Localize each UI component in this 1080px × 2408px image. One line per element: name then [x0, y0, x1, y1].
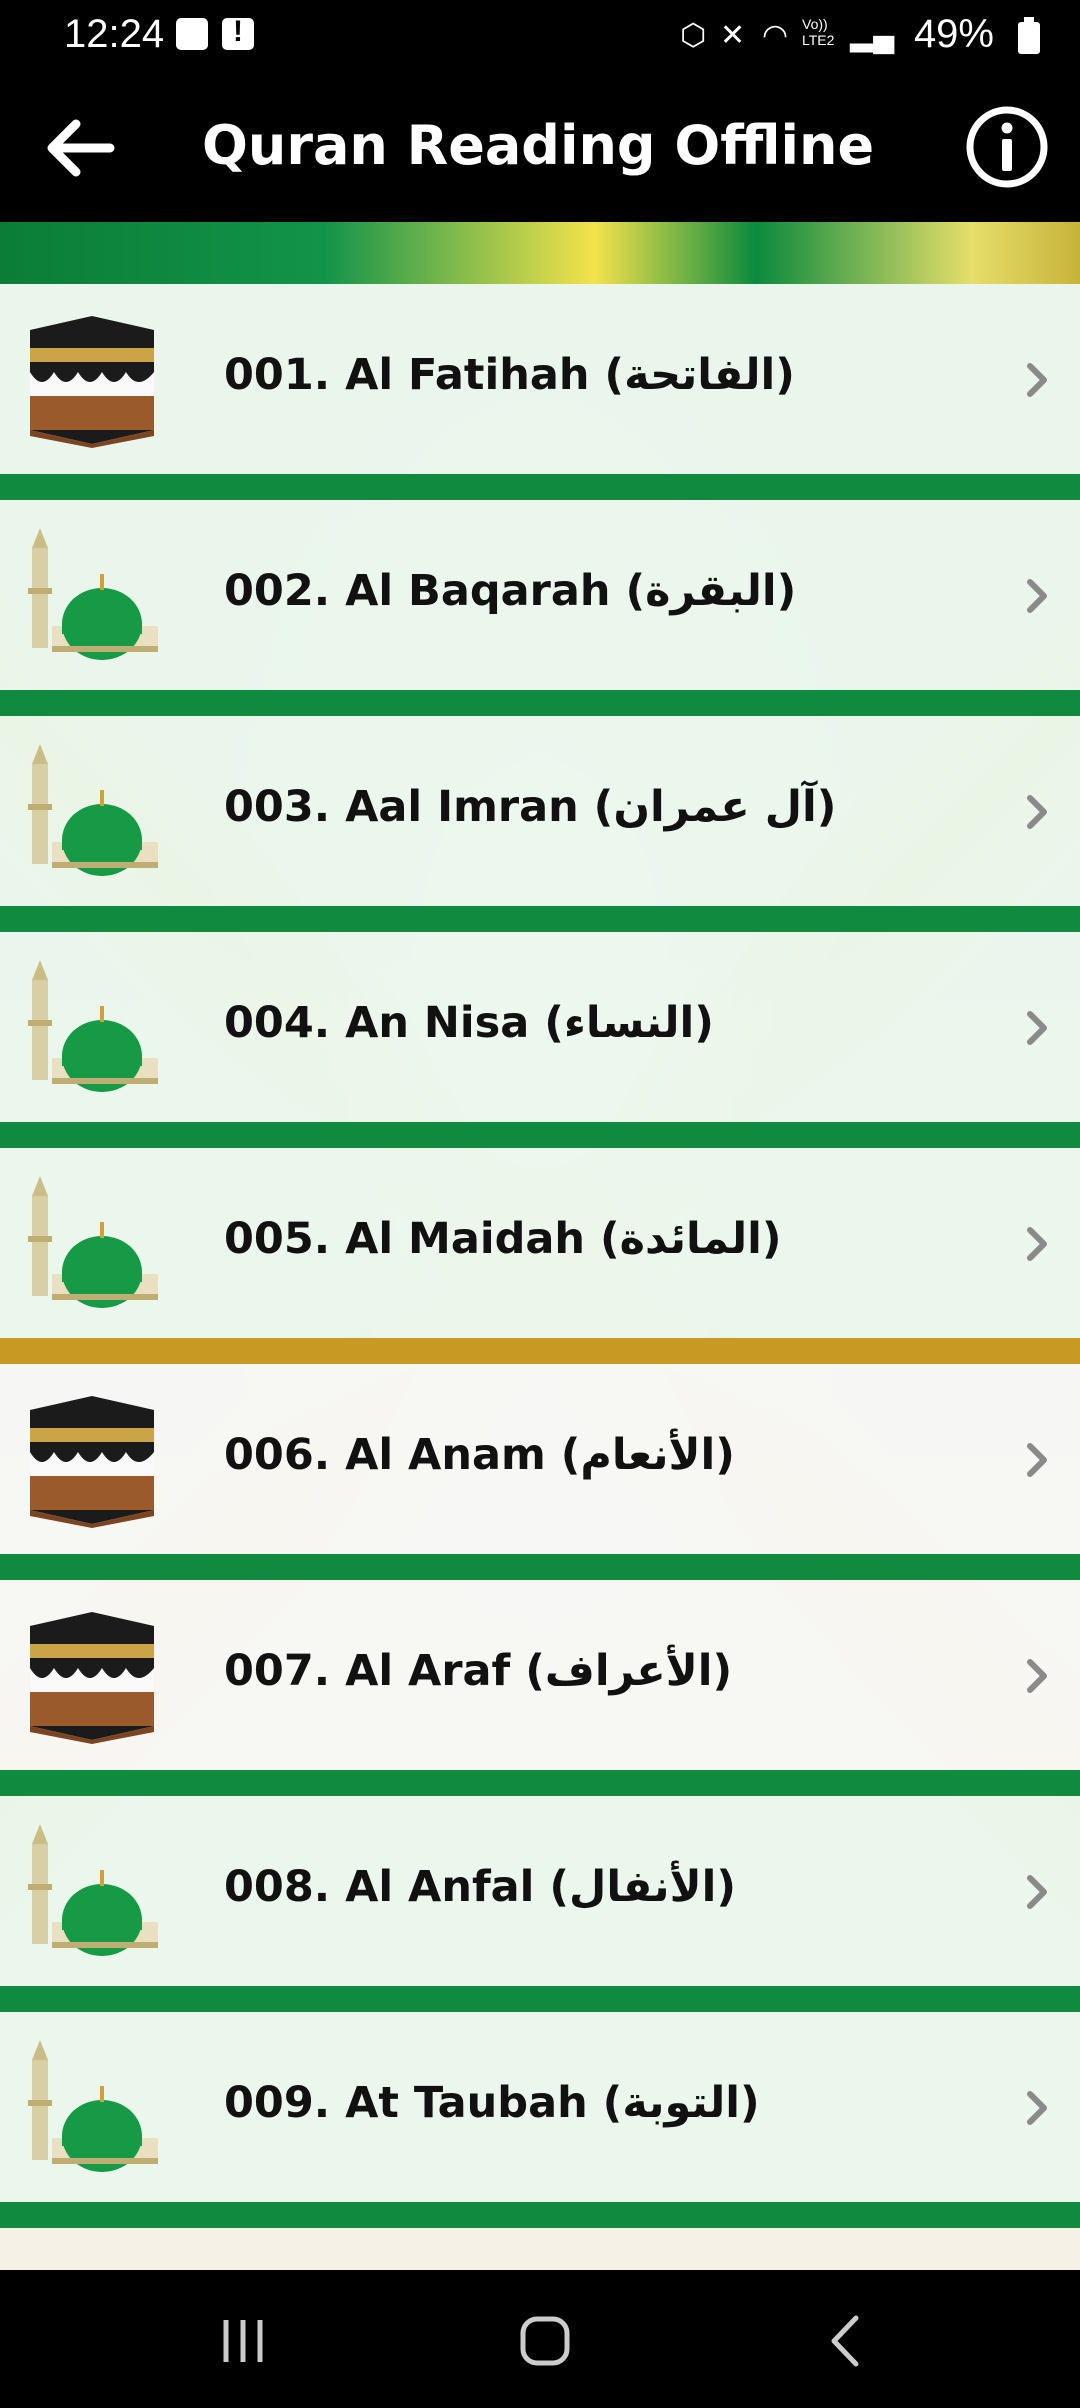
surah-label: 005. Al Maidah (المائدة): [224, 1214, 782, 1264]
kaaba-image: [22, 312, 162, 448]
battery-percent: 49%: [913, 12, 994, 56]
surah-label: 001. Al Fatihah (الفاتحة): [224, 350, 795, 400]
status-bar: 12:24 ⬡ ✕ ◠ Vo)) LTE2 ▂▄ 49%: [0, 0, 1080, 72]
surah-label: 009. At Taubah (التوبة): [224, 2078, 760, 2128]
surah-row[interactable]: 002. Al Baqarah (البقرة): [0, 500, 1080, 716]
home-icon[interactable]: [510, 2306, 580, 2376]
chevron-right-icon: [1027, 1875, 1047, 1909]
surah-label: 003. Aal Imran (آل عمران): [224, 782, 837, 832]
status-right-cluster: ⬡ ✕ ◠ Vo)) LTE2 ▂▄ 49%: [680, 12, 1040, 58]
surah-row[interactable]: 005. Al Maidah (المائدة): [0, 1148, 1080, 1364]
chevron-right-icon: [1027, 1443, 1047, 1477]
surah-label: 007. Al Araf (الأعراف): [224, 1646, 733, 1696]
chevron-right-icon: [1027, 363, 1047, 397]
surah-row[interactable]: 007. Al Araf (الأعراف): [0, 1580, 1080, 1796]
status-time: 12:24: [64, 12, 165, 56]
decorative-banner: [0, 222, 1080, 284]
volte-icon: Vo)) LTE2: [802, 16, 835, 48]
surah-row[interactable]: 004. An Nisa (النساء): [0, 932, 1080, 1148]
green-dome-image: [22, 528, 162, 664]
kaaba-image: [22, 1608, 162, 1744]
navigation-bar: [0, 2270, 1080, 2408]
surah-row[interactable]: 008. Al Anfal (الأنفال): [0, 1796, 1080, 2012]
wifi-icon: ◠: [762, 19, 789, 52]
surah-label: 002. Al Baqarah (البقرة): [224, 566, 797, 616]
surah-list-container: 001. Al Fatihah (الفاتحة) 002. Al Baqara…: [0, 222, 1080, 2270]
bluetooth-battery-icon: ⬡: [680, 19, 707, 52]
app-bar: Quran Reading Offline: [0, 72, 1080, 222]
kaaba-image: [22, 1392, 162, 1528]
recent-apps-icon[interactable]: [208, 2306, 278, 2376]
chevron-right-icon: [1027, 1011, 1047, 1045]
green-dome-image: [22, 1176, 162, 1312]
signal-icon: ▂▄: [850, 19, 895, 52]
surah-row[interactable]: 001. Al Fatihah (الفاتحة): [0, 284, 1080, 500]
surah-list: 001. Al Fatihah (الفاتحة) 002. Al Baqara…: [0, 284, 1080, 2228]
chevron-right-icon: [1027, 1659, 1047, 1693]
surah-row[interactable]: 003. Aal Imran (آل عمران): [0, 716, 1080, 932]
surah-label: 004. An Nisa (النساء): [224, 998, 714, 1048]
image-notification-icon: [176, 18, 208, 50]
surah-label: 008. Al Anfal (الأنفال): [224, 1862, 736, 1912]
back-icon[interactable]: [812, 2306, 882, 2376]
surah-label: 006. Al Anam (الأنعام): [224, 1430, 735, 1480]
green-dome-image: [22, 2040, 162, 2176]
chevron-right-icon: [1027, 2091, 1047, 2125]
green-dome-image: [22, 960, 162, 1096]
green-dome-image: [22, 1824, 162, 1960]
app-screen: 12:24 ⬡ ✕ ◠ Vo)) LTE2 ▂▄ 49% Quran Readi…: [0, 0, 1080, 2408]
mute-icon: ✕: [720, 19, 746, 52]
surah-row[interactable]: 006. Al Anam (الأنعام): [0, 1364, 1080, 1580]
battery-icon: [1018, 17, 1040, 54]
chevron-right-icon: [1027, 795, 1047, 829]
alert-notification-icon: [222, 15, 254, 50]
arrow-left-icon[interactable]: [40, 108, 120, 188]
chevron-right-icon: [1027, 579, 1047, 613]
chevron-right-icon: [1027, 1227, 1047, 1261]
surah-row[interactable]: 009. At Taubah (التوبة): [0, 2012, 1080, 2228]
info-icon[interactable]: [964, 104, 1050, 190]
page-title: Quran Reading Offline: [202, 114, 875, 177]
green-dome-image: [22, 744, 162, 880]
